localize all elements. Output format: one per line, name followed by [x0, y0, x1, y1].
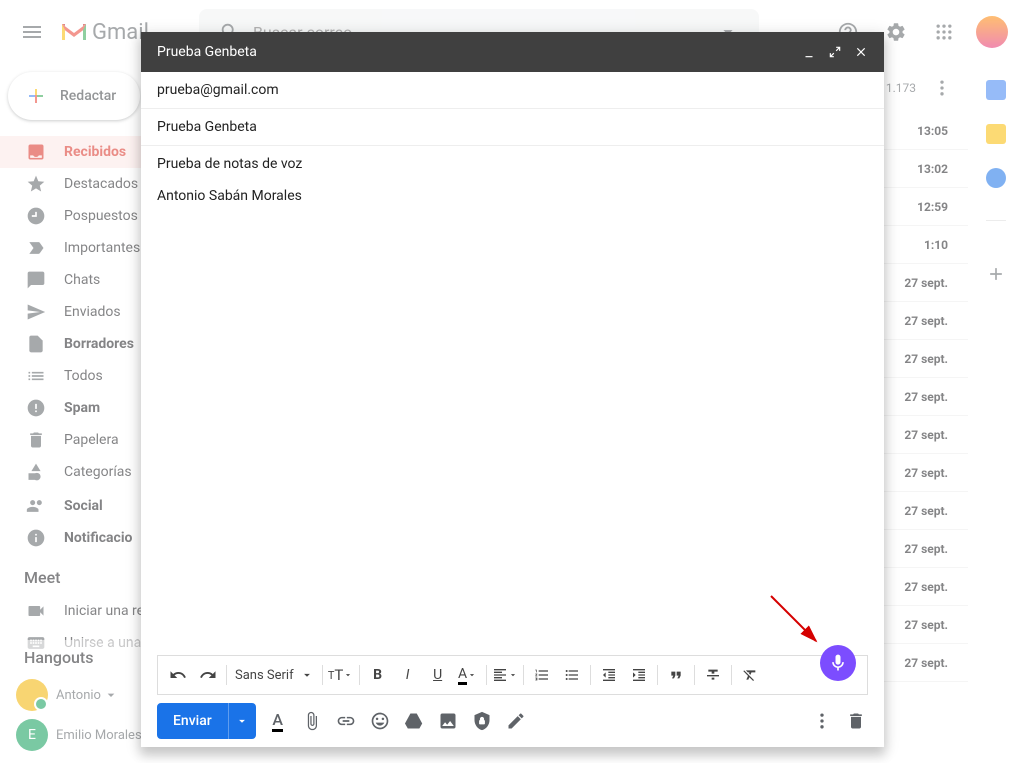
compose-bottom-toolbar: Enviar A	[141, 695, 884, 747]
subject-field[interactable]: Prueba Genbeta	[141, 109, 884, 146]
more-options-icon[interactable]	[810, 711, 834, 731]
close-icon[interactable]	[854, 45, 868, 59]
video-icon	[26, 601, 46, 621]
insert-link-icon[interactable]	[334, 711, 358, 731]
bulleted-list-button[interactable]	[558, 661, 586, 689]
apps-icon[interactable]	[924, 12, 964, 52]
clock-icon	[26, 206, 46, 226]
chat-icon	[26, 270, 46, 290]
plus-icon	[24, 84, 48, 108]
remove-formatting-button[interactable]	[736, 661, 764, 689]
compose-header: Prueba Genbeta	[141, 32, 884, 72]
avatar	[16, 679, 48, 711]
undo-button[interactable]	[164, 661, 192, 689]
text-color-button[interactable]: A	[454, 661, 482, 689]
bold-button[interactable]: B	[364, 661, 392, 689]
more-icon[interactable]	[932, 78, 952, 98]
attach-file-icon[interactable]	[300, 711, 324, 731]
minimize-icon[interactable]	[802, 45, 816, 59]
italic-button[interactable]: I	[394, 661, 422, 689]
align-button[interactable]	[491, 661, 519, 689]
gmail-logo[interactable]: Gmail	[60, 20, 149, 45]
voice-input-button[interactable]	[820, 645, 856, 681]
star-icon	[26, 174, 46, 194]
insert-emoji-icon[interactable]	[368, 711, 392, 731]
trash-icon	[26, 430, 46, 450]
keep-icon[interactable]	[986, 124, 1006, 144]
send-button-group: Enviar	[157, 703, 256, 739]
calendar-icon[interactable]	[986, 80, 1006, 100]
redo-button[interactable]	[194, 661, 222, 689]
send-button[interactable]: Enviar	[157, 713, 228, 729]
important-icon	[26, 238, 46, 258]
account-avatar[interactable]	[976, 16, 1008, 48]
strikethrough-button[interactable]	[699, 661, 727, 689]
people-icon	[26, 496, 46, 516]
font-size-button[interactable]: TT	[327, 661, 355, 689]
indent-less-button[interactable]	[595, 661, 623, 689]
insert-photo-icon[interactable]	[436, 711, 460, 731]
main-menu-button[interactable]	[8, 8, 56, 56]
insert-signature-icon[interactable]	[504, 711, 528, 731]
tasks-icon[interactable]	[986, 168, 1006, 188]
formatting-toolbar: Sans Serif TT B I U A	[157, 655, 868, 695]
insert-drive-icon[interactable]	[402, 711, 426, 731]
fullscreen-icon[interactable]	[828, 45, 842, 59]
send-options-button[interactable]	[228, 703, 256, 739]
compose-label: Redactar	[60, 88, 116, 104]
avatar: E	[16, 719, 48, 751]
font-select[interactable]: Sans Serif	[231, 661, 318, 689]
text-format-toggle[interactable]: A	[266, 710, 290, 732]
compose-title: Prueba Genbeta	[157, 44, 257, 60]
compose-window: Prueba Genbeta prueba@gmail.com Prueba G…	[141, 32, 884, 747]
spam-icon	[26, 398, 46, 418]
discard-draft-icon[interactable]	[844, 711, 868, 731]
microphone-icon	[828, 653, 848, 673]
confidential-mode-icon[interactable]	[470, 711, 494, 731]
quote-button[interactable]	[662, 661, 690, 689]
to-field[interactable]: prueba@gmail.com	[141, 72, 884, 109]
compose-button[interactable]: Redactar	[8, 72, 140, 120]
stack-icon	[26, 366, 46, 386]
inbox-icon	[26, 142, 46, 162]
compose-body[interactable]: Prueba de notas de voz Antonio Sabán Mor…	[141, 146, 884, 655]
indent-more-button[interactable]	[625, 661, 653, 689]
info-icon	[26, 528, 46, 548]
numbered-list-button[interactable]	[528, 661, 556, 689]
file-icon	[26, 334, 46, 354]
side-panel	[968, 64, 1024, 763]
add-icon[interactable]	[986, 264, 1006, 284]
categories-icon	[26, 462, 46, 482]
underline-button[interactable]: U	[424, 661, 452, 689]
send-icon	[26, 302, 46, 322]
